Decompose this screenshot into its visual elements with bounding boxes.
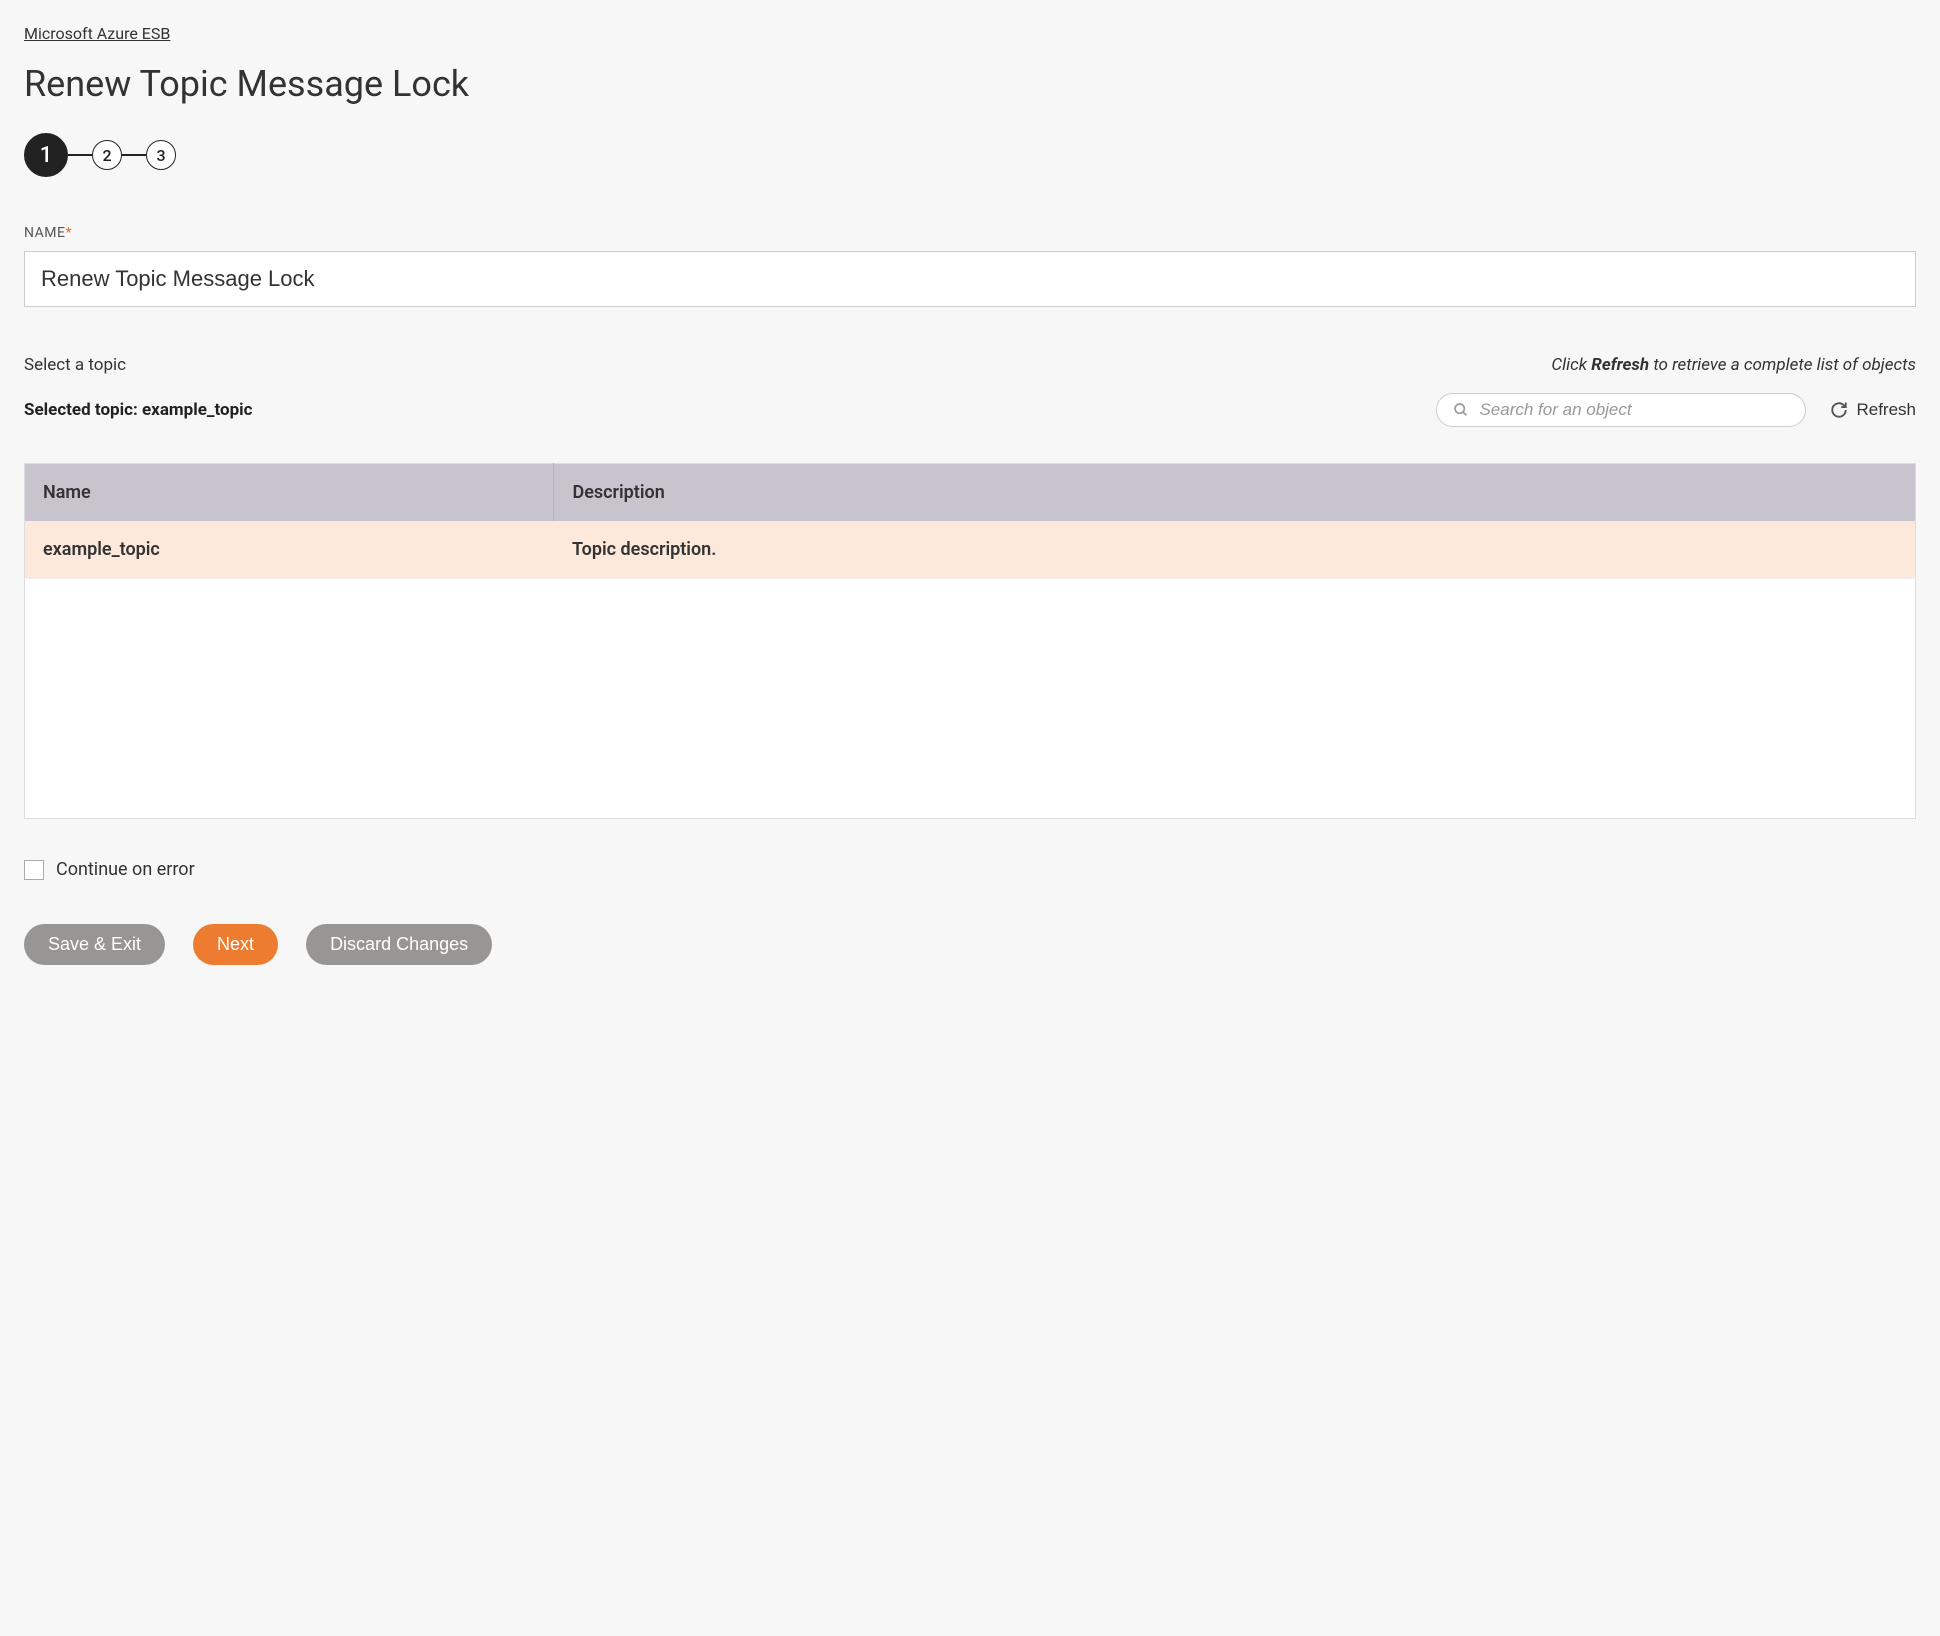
step-connector	[68, 154, 92, 156]
step-3[interactable]: 3	[146, 140, 176, 170]
table-cell-description: Topic description.	[554, 521, 1916, 579]
selected-topic-value: example_topic	[142, 400, 253, 420]
stepper: 1 2 3	[24, 133, 1916, 177]
step-1[interactable]: 1	[24, 133, 68, 177]
search-box[interactable]	[1436, 393, 1806, 427]
refresh-hint-bold: Refresh	[1591, 355, 1649, 375]
continue-on-error-checkbox[interactable]	[24, 860, 44, 880]
next-button[interactable]: Next	[193, 924, 278, 965]
refresh-icon	[1830, 401, 1848, 419]
discard-button[interactable]: Discard Changes	[306, 924, 492, 965]
breadcrumb-link[interactable]: Microsoft Azure ESB	[24, 24, 170, 43]
refresh-button[interactable]: Refresh	[1830, 400, 1916, 420]
refresh-hint-suffix: to retrieve a complete list of objects	[1649, 355, 1916, 375]
page-title: Renew Topic Message Lock	[24, 63, 1916, 105]
selected-topic-prefix: Selected topic:	[24, 400, 142, 420]
required-asterisk: *	[65, 225, 72, 241]
select-topic-label: Select a topic	[24, 355, 126, 375]
topic-table: Name Description example_topic Topic des…	[24, 463, 1916, 819]
selected-topic: Selected topic: example_topic	[24, 400, 253, 420]
table-row[interactable]: example_topic Topic description.	[25, 521, 1916, 579]
table-spacer-row	[25, 579, 1916, 819]
step-2[interactable]: 2	[92, 140, 122, 170]
refresh-button-label: Refresh	[1856, 400, 1916, 420]
table-cell-name: example_topic	[25, 521, 554, 579]
name-label-text: NAME	[24, 225, 65, 241]
search-input[interactable]	[1479, 400, 1789, 420]
table-header-name[interactable]: Name	[25, 464, 554, 522]
continue-on-error-label: Continue on error	[56, 859, 195, 880]
refresh-hint-prefix: Click	[1551, 355, 1591, 375]
save-exit-button[interactable]: Save & Exit	[24, 924, 165, 965]
name-label: NAME*	[24, 225, 1916, 241]
table-header-description[interactable]: Description	[554, 464, 1916, 522]
step-connector	[122, 154, 146, 156]
name-input[interactable]	[24, 251, 1916, 307]
refresh-hint: Click Refresh to retrieve a complete lis…	[1551, 355, 1916, 375]
search-icon	[1453, 402, 1469, 418]
